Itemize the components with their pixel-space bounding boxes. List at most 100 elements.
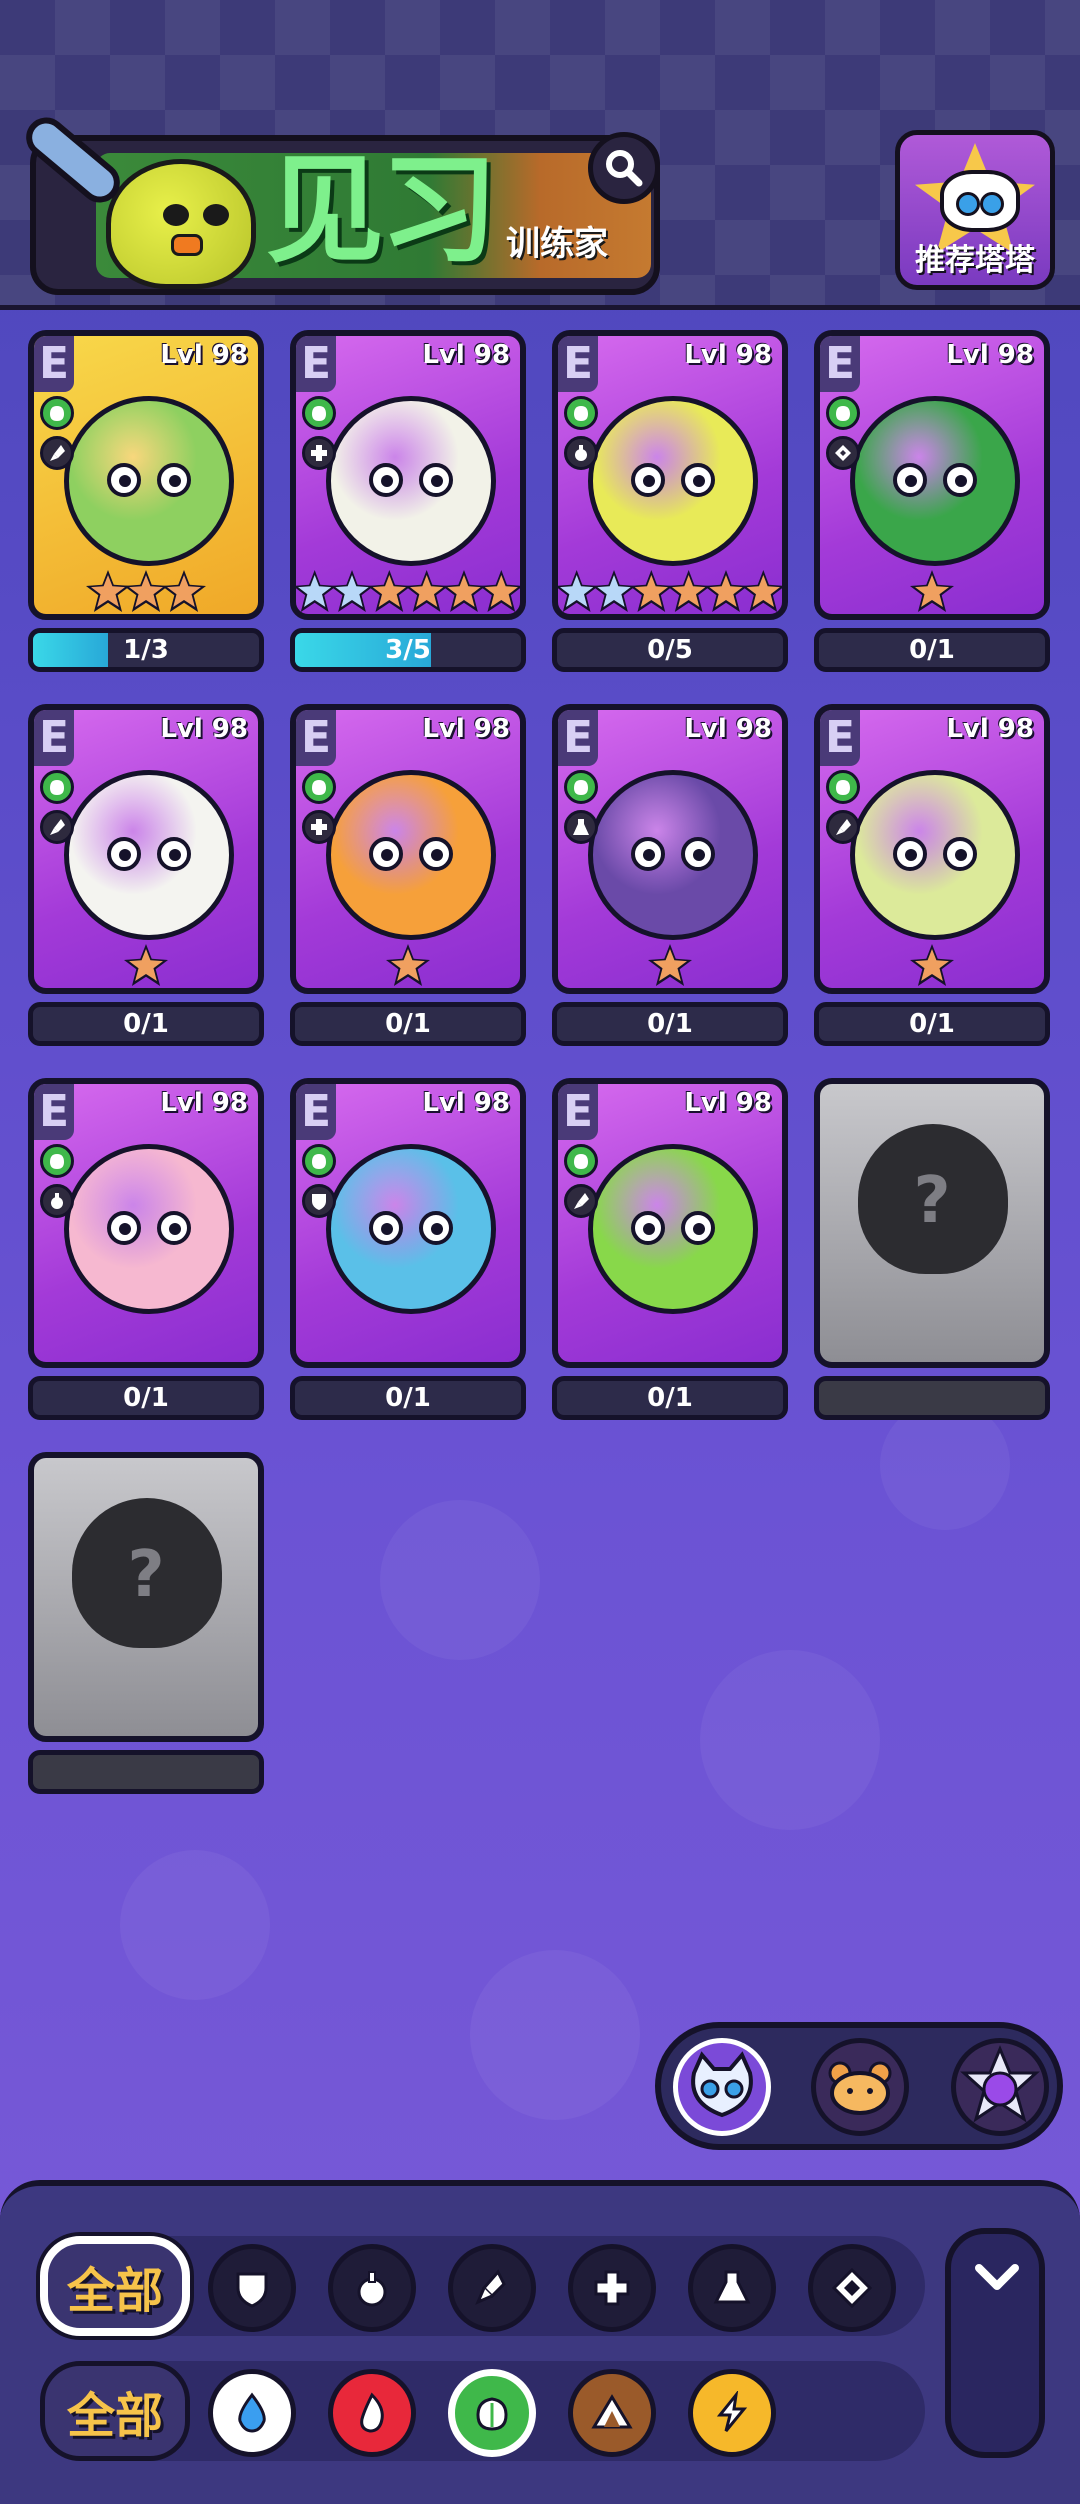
pet-eye [681,837,715,871]
fire-icon [360,2392,384,2433]
pet-card[interactable]: E Lvl 98 0/1 [552,704,788,1046]
heal-icon [311,819,327,835]
class-badge [564,810,598,844]
bomb-icon [51,1193,63,1209]
level-label: Lvl 98 [422,340,510,370]
pet-card[interactable]: E Lvl 98 0/1 [814,330,1050,672]
progress-text: 0/1 [909,1009,955,1039]
blue-star-icon [330,570,374,612]
recommended-tower-label: 推荐塔塔 [915,243,1035,278]
pet-card[interactable]: E Lvl 98 0/1 [290,1078,526,1420]
pet-eye [681,463,715,497]
grass-icon [836,406,850,421]
progress-bar: 0/1 [814,628,1050,672]
star-rating [296,570,520,612]
progress-text: 0/1 [123,1383,169,1413]
pet-card[interactable]: ? [28,1452,264,1794]
pet-portrait [850,396,1020,566]
star-rating [558,944,782,986]
card-portrait: E Lvl 98 [290,704,526,994]
recommended-tower-button[interactable]: 推荐塔塔 [895,130,1055,290]
bronze-star-icon [648,944,692,986]
class-filter-heal[interactable] [568,2244,656,2332]
element-filter-water[interactable] [208,2369,296,2457]
bronze-star-icon [741,570,782,612]
progress-text: 0/1 [647,1009,693,1039]
owner-tab-cat[interactable] [673,2038,771,2136]
pet-eye [157,837,191,871]
bronze-star-icon [405,570,449,612]
class-badge [40,1184,74,1218]
pet-card[interactable]: E Lvl 98 0/1 [28,1078,264,1420]
class-badge [40,436,74,470]
progress-text: 0/1 [647,1383,693,1413]
element-filter-earth[interactable] [568,2369,656,2457]
element-badge [302,770,336,804]
progress-bar [814,1376,1050,1420]
element-badge [40,770,74,804]
pet-eye [631,837,665,871]
class-filter-bomb[interactable] [328,2244,416,2332]
class-filter-diamond[interactable] [808,2244,896,2332]
pet-card[interactable]: E Lvl 98 0/1 [552,1078,788,1420]
page-subtitle: 训练家 [506,224,608,264]
pet-card[interactable]: E Lvl 98 1/3 [28,330,264,672]
pet-card[interactable]: E Lvl 98 0/1 [28,704,264,1046]
pet-portrait [326,1144,496,1314]
heal-icon [311,445,327,461]
class-filter-all-button[interactable]: 全部 [40,2236,190,2336]
level-label: Lvl 98 [422,714,510,744]
element-badge [564,770,598,804]
bronze-star-icon [479,570,520,612]
diamond-icon [835,445,851,461]
element-filter-lightning[interactable] [688,2369,776,2457]
card-portrait: E Lvl 98 [814,330,1050,620]
card-portrait: E Lvl 98 [290,330,526,620]
element-filter-fire[interactable] [328,2369,416,2457]
pet-eye [631,1211,665,1245]
element-filter-grass[interactable] [448,2369,536,2457]
class-badge [826,436,860,470]
class-filter-rocket[interactable] [448,2244,536,2332]
progress-bar: 0/1 [28,1002,264,1046]
bronze-star-icon [704,570,748,612]
element-badge [826,770,860,804]
mascot-beak [171,234,203,256]
blue-star-icon [558,570,599,612]
owner-tab-bear[interactable] [811,2038,909,2136]
grass-icon [574,406,588,421]
grass-icon [312,780,326,795]
class-badge [40,810,74,844]
class-filter-flask[interactable] [688,2244,776,2332]
level-label: Lvl 98 [160,340,248,370]
level-label: Lvl 98 [160,1088,248,1118]
pet-eye [631,463,665,497]
pet-card[interactable]: ? [814,1078,1050,1420]
bronze-star-icon [442,570,486,612]
owner-tab-star-cat[interactable] [951,2038,1049,2136]
expand-filters-button[interactable] [945,2228,1045,2458]
pet-card[interactable]: E Lvl 98 3/5 [290,330,526,672]
pet-portrait [326,770,496,940]
search-button[interactable] [588,132,660,204]
element-filter-all-button[interactable]: 全部 [40,2361,190,2461]
grass-icon [574,780,588,795]
pet-card[interactable]: E Lvl 98 0/1 [814,704,1050,1046]
bronze-star-icon [162,570,206,612]
grass-icon [50,780,64,795]
bronze-star-icon [124,944,168,986]
grass-icon [476,2397,508,2431]
card-portrait: ? [28,1452,264,1742]
bronze-star-icon [124,570,168,612]
grass-icon [836,780,850,795]
class-badge [564,1184,598,1218]
pet-card[interactable]: E Lvl 98 0/1 [290,704,526,1046]
background-decoration [470,1950,640,2120]
class-filter-shield[interactable] [208,2244,296,2332]
star-rating [296,944,520,986]
progress-bar: 0/1 [814,1002,1050,1046]
pet-card[interactable]: E Lvl 98 0/5 [552,330,788,672]
bomb-icon [357,2271,387,2307]
bronze-star-icon [386,944,430,986]
pet-portrait [588,770,758,940]
